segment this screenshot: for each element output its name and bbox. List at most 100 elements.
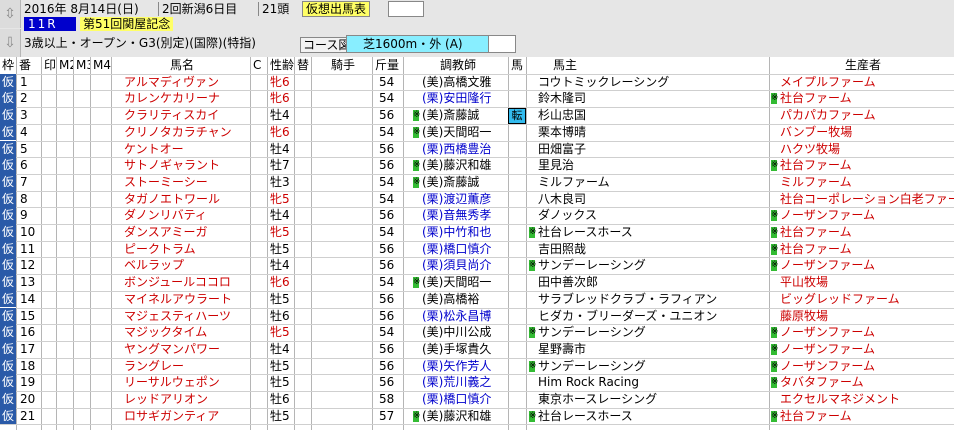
jockey-name[interactable] [312, 174, 372, 191]
breeder-name[interactable]: ノーザンファーム [780, 341, 954, 358]
breeder-name[interactable]: 藤原牧場 [780, 308, 954, 325]
owner-name[interactable]: 社台レースホース [538, 224, 769, 241]
mark-m4[interactable] [91, 107, 111, 124]
table-row[interactable]: 仮 14 マイネルアウラート 牡5 56 (美)高橋裕 サラブレッドクラブ・ラフィアン ビッグ… [0, 290, 954, 308]
mark-m4[interactable] [91, 157, 111, 174]
frame-cell[interactable]: 仮 [0, 73, 16, 91]
mark-m2[interactable] [57, 341, 73, 358]
owner-name[interactable]: 里見治 [538, 157, 769, 174]
jockey-name[interactable] [312, 391, 372, 408]
trainer-name[interactable]: (美)藤沢和雄 [422, 157, 510, 174]
owner-name[interactable]: ミルファーム [538, 174, 769, 191]
mark-m2[interactable] [57, 124, 73, 141]
mark-m3[interactable] [74, 291, 90, 308]
prediction-mark[interactable] [42, 291, 56, 308]
trainer-name[interactable]: (栗)橋口慎介 [422, 391, 510, 408]
frame-cell[interactable]: 仮 [0, 173, 16, 191]
horse-name[interactable]: マジェスティハーツ [124, 308, 250, 325]
mark-m2[interactable] [57, 391, 73, 408]
mark-m2[interactable] [57, 174, 73, 191]
breeder-name[interactable]: 社台ファーム [780, 157, 954, 174]
trainer-name[interactable]: (美)中川公成 [422, 324, 510, 341]
trainer-name[interactable]: (美)藤沢和雄 [422, 408, 510, 425]
mark-m2[interactable] [57, 274, 73, 291]
prediction-mark[interactable] [42, 257, 56, 274]
frame-cell[interactable]: 仮 [0, 224, 16, 241]
column-header-num[interactable]: 番 [19, 57, 41, 74]
frame-cell[interactable]: 仮 [0, 107, 16, 124]
mark-m3[interactable] [74, 124, 90, 141]
trainer-name[interactable]: (美)高橋文雅 [422, 74, 510, 91]
frame-cell[interactable]: 仮 [0, 374, 16, 391]
column-header-name[interactable]: 馬名 [114, 57, 250, 74]
jockey-name[interactable] [312, 324, 372, 341]
horse-name[interactable]: ロサギガンティア [124, 408, 250, 425]
table-row[interactable]: 仮 9 ダノンリバティ 牡4 56 (栗)音無秀孝 ダノックス ※ ノーザンファーム [0, 207, 954, 224]
column-header-m3[interactable]: M3 [76, 57, 90, 74]
trainer-name[interactable]: (美)天間昭一 [422, 124, 510, 141]
breeder-name[interactable]: 社台ファーム [780, 241, 954, 258]
column-header-m4[interactable]: M4 [93, 57, 111, 74]
breeder-name[interactable]: バンブー牧場 [780, 124, 954, 141]
owner-name[interactable]: 栗本博晴 [538, 124, 769, 141]
frame-cell[interactable]: 仮 [0, 324, 16, 341]
table-row[interactable]: 仮 7 ストーミーシー 牡3 54 ※ (美)斎藤誠 ミルファーム ミルファーム [0, 173, 954, 191]
frame-cell[interactable]: 仮 [0, 157, 16, 174]
mark-m4[interactable] [91, 124, 111, 141]
next-race-button[interactable]: ⇩ [0, 29, 21, 57]
mark-m3[interactable] [74, 174, 90, 191]
mode-extra-field[interactable] [388, 1, 424, 17]
mark-m3[interactable] [74, 324, 90, 341]
prediction-mark[interactable] [42, 224, 56, 241]
horse-name[interactable]: レッドアリオン [124, 391, 250, 408]
owner-name[interactable]: 吉田照哉 [538, 241, 769, 258]
horse-name[interactable]: クリノタカラチャン [124, 124, 250, 141]
mark-m3[interactable] [74, 224, 90, 241]
trainer-name[interactable]: (美)天間昭一 [422, 274, 510, 291]
prediction-mark[interactable] [42, 391, 56, 408]
jockey-name[interactable] [312, 241, 372, 258]
breeder-name[interactable]: 平山牧場 [780, 274, 954, 291]
trainer-name[interactable]: (美)斎藤誠 [422, 174, 510, 191]
horse-name[interactable]: サトノギャラント [124, 157, 250, 174]
trainer-name[interactable]: (栗)中竹和也 [422, 224, 510, 241]
horse-name[interactable]: ボンジュールココロ [124, 274, 250, 291]
owner-name[interactable]: 社台レースホース [538, 408, 769, 425]
prev-race-button[interactable]: ⇳ [0, 0, 21, 28]
table-row[interactable]: 仮 6 サトノギャラント 牡7 56 ※ (美)藤沢和雄 里見治 ※ 社台ファーム [0, 157, 954, 174]
jockey-name[interactable] [312, 358, 372, 375]
horse-name[interactable]: ストーミーシー [124, 174, 250, 191]
prediction-mark[interactable] [42, 374, 56, 391]
mark-m3[interactable] [74, 341, 90, 358]
breeder-name[interactable]: エクセルマネジメント [780, 391, 954, 408]
horse-name[interactable]: ベルラップ [124, 257, 250, 274]
jockey-name[interactable] [312, 124, 372, 141]
prediction-mark[interactable] [42, 274, 56, 291]
mark-m3[interactable] [74, 391, 90, 408]
mark-m4[interactable] [91, 224, 111, 241]
mark-m3[interactable] [74, 274, 90, 291]
breeder-name[interactable]: タバタファーム [780, 374, 954, 391]
column-header-m2[interactable]: M2 [59, 57, 73, 74]
horse-name[interactable]: マジックタイム [124, 324, 250, 341]
mark-m2[interactable] [57, 224, 73, 241]
mark-m4[interactable] [91, 174, 111, 191]
mark-m3[interactable] [74, 90, 90, 107]
mark-m2[interactable] [57, 207, 73, 224]
mark-m3[interactable] [74, 207, 90, 224]
mark-m3[interactable] [74, 157, 90, 174]
prediction-mark[interactable] [42, 191, 56, 208]
frame-cell[interactable]: 仮 [0, 340, 16, 358]
mark-m2[interactable] [57, 324, 73, 341]
horse-name[interactable]: タガノエトワール [124, 191, 250, 208]
table-row[interactable]: 仮 21 ロサギガンティア 牡5 57 ※ (美)藤沢和雄 ※ 社台レースホース ※ 社台ファーム [0, 407, 954, 425]
owner-name[interactable]: 八木良司 [538, 191, 769, 208]
mark-m3[interactable] [74, 374, 90, 391]
mark-m4[interactable] [91, 90, 111, 107]
table-row[interactable]: 仮 4 クリノタカラチャン 牝6 54 ※ (美)天間昭一 栗本博晴 バンブー牧場 [0, 123, 954, 141]
horse-name[interactable]: カレンケカリーナ [124, 90, 250, 107]
mark-m4[interactable] [91, 408, 111, 425]
column-header-kae[interactable]: 替 [297, 57, 311, 74]
column-header-jockey[interactable]: 騎手 [314, 57, 372, 74]
frame-cell[interactable]: 仮 [0, 274, 16, 291]
